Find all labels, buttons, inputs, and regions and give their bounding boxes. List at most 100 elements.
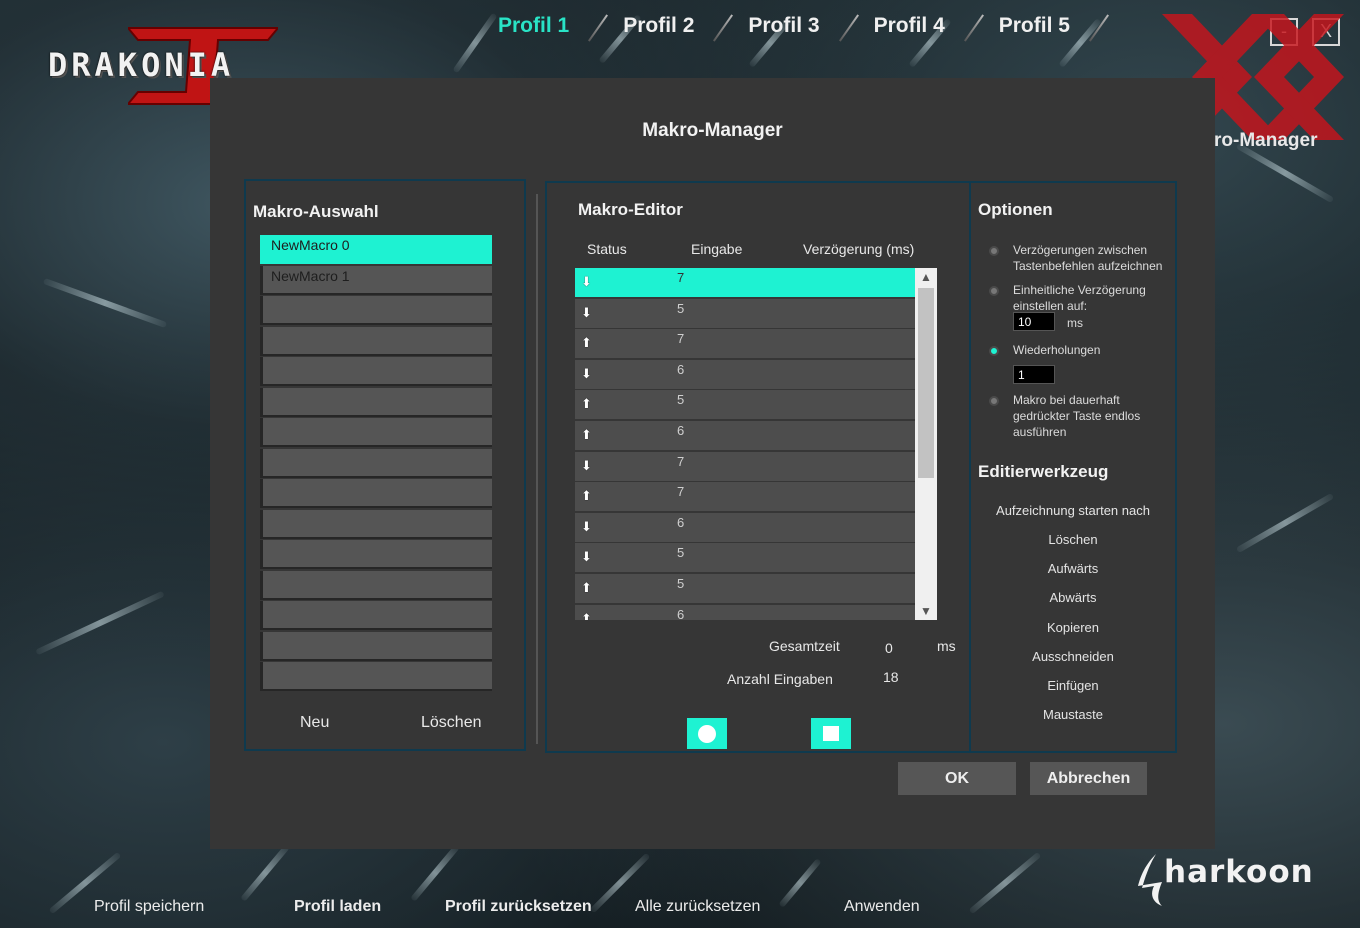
scroll-thumb[interactable] — [918, 288, 934, 478]
down-arrow-icon: ⬇ — [581, 457, 592, 473]
option-record-delays[interactable]: Verzögerungen zwischen Tastenbefehlen au… — [989, 242, 1179, 276]
macro-list-item[interactable] — [260, 570, 492, 600]
macro-event-row[interactable]: ⬆ 6 — [575, 604, 915, 620]
event-delay-value: 6 — [677, 422, 685, 438]
tab-profil-1[interactable]: Profil 1 — [470, 14, 595, 38]
tab-profil-5[interactable]: Profil 5 — [971, 14, 1096, 38]
scroll-up-icon[interactable]: ▲ — [915, 268, 937, 286]
option-uniform-delay[interactable]: Einheitliche Verzögerung einstellen auf: — [989, 282, 1179, 316]
macro-event-row[interactable]: ⬆ 5 — [575, 390, 915, 420]
macro-list-item[interactable] — [260, 540, 492, 569]
tool-mouse-button[interactable]: Maustaste — [971, 707, 1175, 722]
total-time-label: Gesamtzeit — [769, 638, 840, 654]
radio-record-delays[interactable] — [989, 246, 999, 256]
radio-uniform-delay[interactable] — [989, 286, 999, 296]
option-repetitions-label: Wiederholungen — [1013, 343, 1101, 357]
panel-divider — [536, 194, 538, 744]
macro-event-row[interactable]: ⬆ 5 — [575, 573, 915, 603]
event-delay-value: 5 — [677, 300, 685, 316]
record-button[interactable] — [687, 718, 727, 749]
sharkoon-text: harkoon — [1164, 854, 1314, 890]
tool-move-down[interactable]: Abwärts — [971, 590, 1175, 605]
tool-delete[interactable]: Löschen — [971, 532, 1175, 547]
macro-select-panel: Makro-Auswahl NewMacro 0 NewMacro 1 Neu … — [244, 179, 526, 751]
save-profile-button[interactable]: Profil speichern — [94, 898, 204, 916]
up-arrow-icon: ⬆ — [581, 610, 592, 620]
event-delay-value: 6 — [677, 606, 685, 620]
macro-event-row[interactable]: ⬇ 7 — [575, 451, 915, 481]
option-endless[interactable]: Makro bei dauerhaft gedrückter Taste end… — [989, 392, 1179, 442]
radio-repetitions[interactable] — [989, 346, 999, 356]
macro-list-item[interactable]: NewMacro 1 — [260, 265, 492, 295]
column-header-status: Status — [587, 241, 627, 257]
event-delay-value: 6 — [677, 514, 685, 530]
macro-editor-title: Makro-Editor — [578, 200, 683, 219]
tool-paste[interactable]: Einfügen — [971, 678, 1175, 693]
new-macro-button[interactable]: Neu — [300, 714, 329, 732]
logo-text: DRAKONIA — [48, 46, 235, 84]
uniform-delay-unit: ms — [1067, 316, 1083, 330]
macro-event-row[interactable]: ⬆ 7 — [575, 482, 915, 512]
tab-profil-3[interactable]: Profil 3 — [720, 14, 845, 38]
macro-list-item[interactable] — [260, 479, 492, 508]
macro-event-row[interactable]: ⬆ 6 — [575, 420, 915, 450]
event-list-scrollbar[interactable]: ▲ ▼ — [915, 268, 937, 620]
macro-list-item[interactable] — [260, 601, 492, 630]
reset-all-button[interactable]: Alle zurücksetzen — [635, 898, 760, 916]
macro-event-row[interactable]: ⬇ 6 — [575, 359, 915, 389]
dialog-title: Makro-Manager — [642, 120, 783, 141]
up-arrow-icon: ⬆ — [581, 488, 592, 504]
event-delay-value: 5 — [677, 575, 685, 591]
sharkoon-logo: harkoon — [1136, 852, 1332, 912]
macro-event-row[interactable]: ⬇ 6 — [575, 512, 915, 542]
tab-profil-2[interactable]: Profil 2 — [595, 14, 720, 38]
macro-event-list[interactable]: ⬇ 7 ⬇ 5 ⬆ 7 ⬇ 6 ⬆ 5 ⬆ 6 ⬇ 7 ⬆ 7 ⬇ 6 ⬇ 5 ⬆ 5 ⬆ 6 — [575, 268, 915, 620]
uniform-delay-input[interactable] — [1013, 312, 1055, 331]
cancel-button[interactable]: Abbrechen — [1030, 762, 1147, 795]
repetitions-input[interactable] — [1013, 365, 1055, 384]
macro-list-item[interactable] — [260, 662, 492, 691]
macro-event-row[interactable]: ⬇ 7 — [575, 268, 915, 297]
up-arrow-icon: ⬆ — [581, 426, 592, 442]
macro-list-item[interactable] — [260, 509, 492, 539]
macro-manager-dialog: Makro-Manager Makro-Auswahl NewMacro 0 N… — [210, 78, 1215, 849]
tool-copy[interactable]: Kopieren — [971, 620, 1175, 635]
macro-list-item[interactable] — [260, 418, 492, 447]
macro-event-row[interactable]: ⬇ 5 — [575, 298, 915, 328]
ok-button[interactable]: OK — [898, 762, 1016, 795]
scroll-down-icon[interactable]: ▼ — [915, 602, 937, 620]
event-delay-value: 7 — [677, 331, 685, 347]
macro-event-row[interactable]: ⬇ 5 — [575, 543, 915, 573]
tool-start-recording-after[interactable]: Aufzeichnung starten nach — [971, 503, 1175, 518]
radio-endless[interactable] — [989, 396, 999, 406]
reset-profile-button[interactable]: Profil zurücksetzen — [445, 898, 592, 916]
down-arrow-icon: ⬇ — [581, 365, 592, 381]
stop-button[interactable] — [811, 718, 851, 749]
macro-list-item[interactable] — [260, 357, 492, 386]
down-arrow-icon: ⬇ — [581, 549, 592, 565]
up-arrow-icon: ⬆ — [581, 335, 592, 351]
macro-list-item[interactable] — [260, 631, 492, 661]
macro-list-item[interactable]: NewMacro 0 — [260, 235, 492, 264]
macro-list-item[interactable] — [260, 296, 492, 325]
down-arrow-icon: ⬇ — [581, 304, 592, 320]
macro-list-item[interactable] — [260, 326, 492, 356]
apply-button[interactable]: Anwenden — [844, 898, 920, 916]
options-title: Optionen — [978, 200, 1053, 219]
macro-event-row[interactable]: ⬆ 7 — [575, 329, 915, 359]
option-repetitions[interactable]: Wiederholungen — [989, 342, 1179, 360]
profile-tabs: Profil 1 Profil 2 Profil 3 Profil 4 Prof… — [470, 14, 1096, 38]
input-count-label: Anzahl Eingaben — [727, 671, 833, 687]
load-profile-button[interactable]: Profil laden — [294, 898, 381, 916]
tool-cut[interactable]: Ausschneiden — [971, 649, 1175, 664]
tool-move-up[interactable]: Aufwärts — [971, 561, 1175, 576]
delete-macro-button[interactable]: Löschen — [421, 714, 482, 732]
tools-title: Editierwerkzeug — [978, 462, 1109, 481]
stop-square-icon — [823, 726, 839, 741]
options-panel: Optionen Verzögerungen zwischen Tastenbe… — [971, 183, 1175, 751]
total-time-unit: ms — [937, 638, 956, 654]
macro-list-item[interactable] — [260, 448, 492, 478]
input-count-value: 18 — [883, 669, 899, 685]
macro-list-item[interactable] — [260, 387, 492, 417]
tab-profil-4[interactable]: Profil 4 — [846, 14, 971, 38]
